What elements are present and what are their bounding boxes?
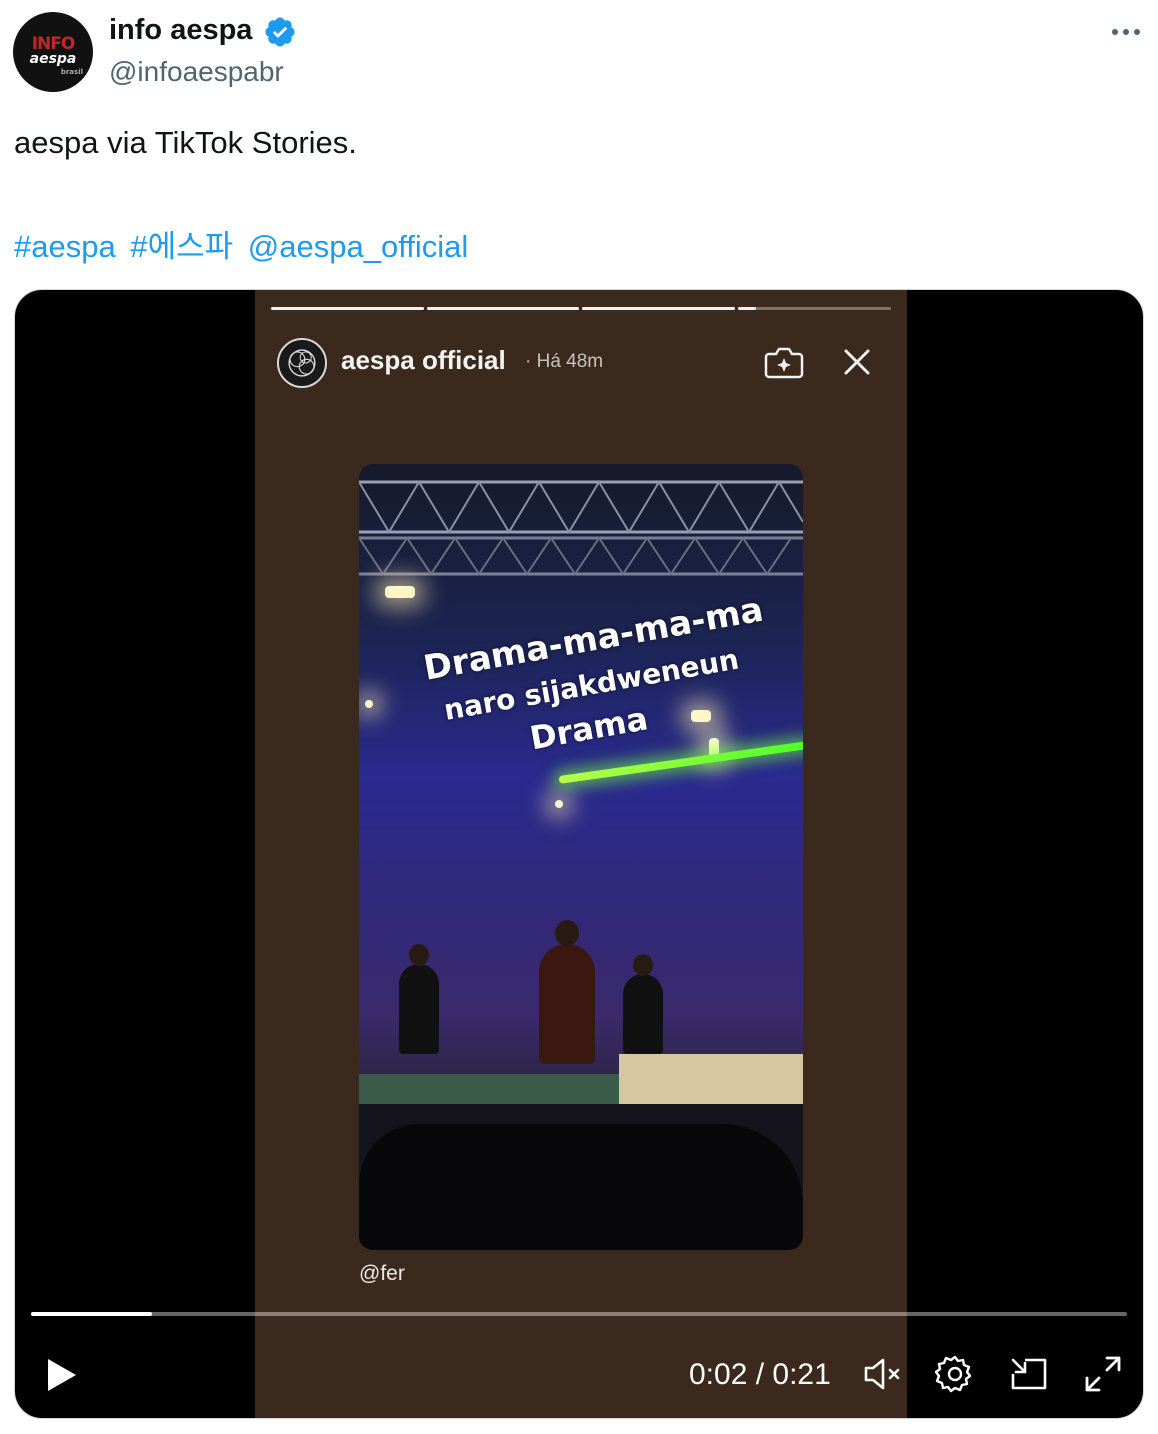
author-handle[interactable]: @infoaespabr	[109, 56, 284, 88]
hashtag-korean[interactable]: #에스파	[130, 229, 233, 264]
video-progress-fill	[31, 1312, 152, 1316]
avatar-logo-mid: aespa	[29, 51, 77, 67]
story-progress-segment	[582, 307, 735, 310]
picture-in-picture-icon[interactable]	[1007, 1352, 1051, 1396]
story-progress-segment	[738, 307, 891, 310]
mute-icon[interactable]	[861, 1352, 905, 1396]
close-icon	[844, 349, 870, 375]
tweet-text: aespa via TikTok Stories.	[14, 125, 357, 160]
tweet-tags: #aespa #에스파 @aespa_official	[14, 221, 474, 266]
story-video-clip: Drama-ma-ma-ma naro sijakdweneun Drama	[359, 464, 803, 1250]
hashtag-aespa[interactable]: #aespa	[14, 229, 116, 264]
avatar-logo-small: brasil	[60, 68, 83, 76]
story-account-avatar	[277, 338, 327, 388]
stage-light	[385, 586, 415, 598]
video-progress-bar[interactable]	[31, 1312, 1127, 1316]
dancer-center	[539, 944, 595, 1064]
story-progress-segment	[271, 307, 424, 310]
stage-light	[555, 800, 563, 808]
mention-aespa-official[interactable]: @aespa_official	[248, 229, 468, 264]
dancer-head	[633, 954, 653, 976]
video-player[interactable]: aespa official · Há 48m Drama-ma-ma-ma n…	[14, 289, 1144, 1419]
settings-gear-icon[interactable]	[933, 1352, 977, 1396]
dancer	[623, 974, 663, 1054]
tweet-header: INFO aespa brasil info aespa @infoaespab…	[0, 0, 1158, 100]
author-display-name[interactable]: info aespa	[109, 14, 252, 47]
story-account-name: aespa official	[341, 345, 506, 375]
video-credit: @fer	[359, 1262, 405, 1285]
dancer-head	[555, 920, 579, 946]
verified-badge-icon[interactable]	[263, 15, 297, 49]
dancer-head	[409, 944, 429, 966]
crowd-silhouette	[359, 1124, 803, 1250]
fullscreen-icon[interactable]	[1081, 1352, 1125, 1396]
story-progress-segment	[427, 307, 579, 310]
more-options-icon[interactable]	[1108, 18, 1144, 46]
video-time: 0:02 / 0:21	[689, 1358, 831, 1391]
author-avatar[interactable]: INFO aespa brasil	[13, 12, 93, 92]
story-frame: aespa official · Há 48m Drama-ma-ma-ma n…	[255, 290, 907, 1418]
story-time-ago: · Há 48m	[525, 351, 604, 372]
ai-camera-icon	[764, 347, 804, 379]
dancer	[399, 964, 439, 1054]
play-icon[interactable]	[45, 1356, 79, 1394]
